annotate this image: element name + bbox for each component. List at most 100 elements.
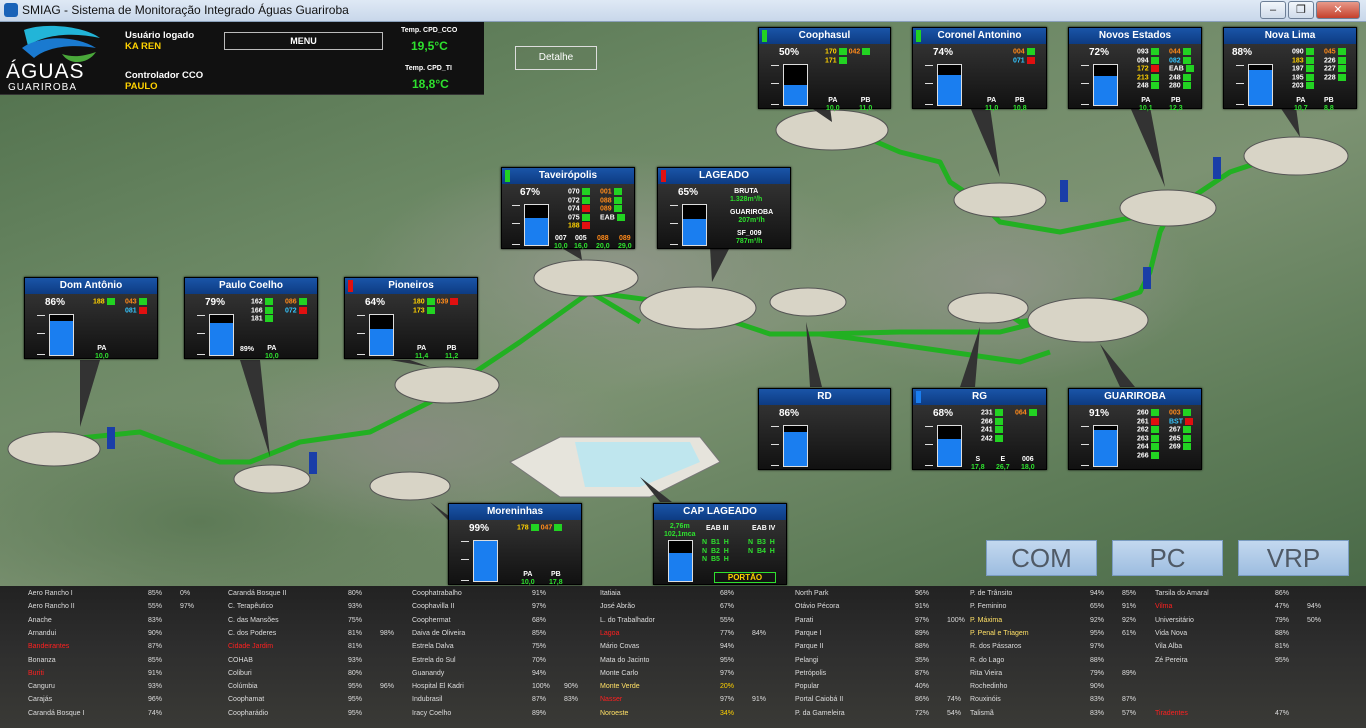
panel-paulo-coelho[interactable]: Paulo Coelho 79% 162 166 181 086 072 89%…: [184, 277, 318, 360]
com-button[interactable]: COM: [986, 540, 1097, 576]
table-cell-value2: 97%: [180, 603, 195, 611]
table-cell-name: Mário Covas: [600, 643, 640, 651]
level-tank: [783, 64, 808, 106]
table-cell-value: 80%: [348, 590, 363, 597]
table-cell-value: 55%: [720, 616, 735, 624]
panel-lageado[interactable]: LAGEADO 65% BRUTA 1.328m³/h GUARIROBA 207m…: [657, 167, 791, 249]
status-indicator: [762, 30, 767, 42]
panel-dom-antonio[interactable]: Dom Antônio 86% 188 043 081 PA 10,0: [24, 277, 158, 360]
table-cell-value: 83%: [1090, 696, 1105, 704]
level-fill: [1094, 429, 1117, 466]
level-fill: [474, 541, 497, 581]
table-cell-name: Vilma: [1155, 603, 1173, 611]
level-percent: 64%: [365, 297, 386, 308]
table-cell-name: L. do Trabalhador: [600, 616, 655, 624]
panel-title: LAGEADO: [699, 170, 749, 181]
table-cell-name: Carajás: [28, 696, 53, 704]
panel-rg[interactable]: RG 68% 231 266 241 242 064 S 17,8 E 26,7 0…: [912, 388, 1047, 471]
level-fill: [669, 553, 692, 581]
table-cell-name: Rouxinóis: [970, 696, 1001, 704]
table-cell-value: 83%: [1090, 709, 1105, 717]
table-cell-value: 85%: [532, 629, 547, 637]
table-cell-value: 68%: [532, 616, 547, 624]
table-cell-name: Daiva de Oliveira: [412, 629, 466, 637]
panel-coophasul[interactable]: Coophasul 50% 170 042 171 PA 10,0 PB 11,0: [758, 27, 891, 112]
table-cell-name: Arnandui: [28, 629, 57, 637]
table-cell-value: 67%: [720, 603, 735, 611]
maximize-button[interactable]: ❐: [1288, 1, 1314, 19]
panel-cap-lageado[interactable]: CAP LAGEADO 2,76m 102,1mca EAB III EAB IV…: [653, 503, 787, 585]
table-cell-value: 93%: [348, 656, 363, 664]
portao-button[interactable]: PORTÃO: [714, 572, 776, 583]
temp-cco-value: 19,5°C: [411, 39, 448, 53]
level-percent: 86%: [45, 297, 66, 308]
table-cell-name: Anache: [28, 616, 52, 624]
table-cell-name: P. da Gameleira: [795, 709, 845, 717]
menu-button[interactable]: MENU: [224, 32, 383, 50]
table-cell-value: 70%: [532, 656, 547, 664]
table-cell-value2: 87%: [1122, 696, 1137, 704]
table-cell-name: Rochedinho: [970, 683, 1008, 691]
status-indicator: [916, 391, 921, 403]
treatment-plant: [509, 436, 721, 498]
table-cell-value: 95%: [348, 709, 363, 717]
table-cell-value: 35%: [915, 656, 930, 664]
table-cell-value2: 0%: [180, 590, 191, 597]
window-titlebar: SMIAG - Sistema de Monitoração Integrado…: [0, 0, 1366, 22]
table-cell-value2: 96%: [380, 683, 395, 691]
table-cell-value: 86%: [1275, 590, 1290, 597]
level-tank: [937, 425, 962, 467]
panel-novos-estados[interactable]: Novos Estados 72% 093 094 172 213 248 04…: [1068, 27, 1202, 112]
panel-nova-lima[interactable]: Nova Lima 88% 090 183 197 195 203 045 22…: [1223, 27, 1357, 112]
level-percent: 74%: [933, 47, 954, 58]
table-cell-name: COHAB: [228, 656, 253, 664]
table-cell-value: 95%: [1275, 656, 1290, 664]
level-fill: [784, 85, 807, 105]
level-percent: 91%: [1089, 408, 1110, 419]
table-cell-value2: 89%: [1122, 669, 1137, 677]
table-cell-value: 75%: [348, 616, 363, 624]
table-cell-value: 90%: [1090, 683, 1105, 691]
table-cell-value: 85%: [148, 656, 163, 664]
level-tank: [1248, 64, 1273, 106]
close-button[interactable]: ✕: [1316, 1, 1360, 19]
table-cell-name: Cidade Jardim: [228, 643, 274, 651]
table-cell-value: 91%: [532, 590, 547, 597]
table-cell-value: 47%: [1275, 603, 1290, 611]
panel-guariroba[interactable]: GUARIROBA 91% 260 261 262 263 264 266 00…: [1068, 388, 1202, 470]
panel-pioneiros[interactable]: Pioneiros 64% 180 039 173 PA 11,4 PB 11,2: [344, 277, 478, 360]
panel-coronel-antonino[interactable]: Coronel Antonino 74% 004 071 PA 11,0 PB 10…: [912, 27, 1047, 112]
panel-title: Dom Antônio: [59, 280, 123, 291]
vrp-button[interactable]: VRP: [1238, 540, 1349, 576]
panel-moreninhas[interactable]: Moreninhas 99% 178 047 PA 10,0 PB 17,8: [448, 503, 582, 586]
panel-taveiropolis[interactable]: Taveirópolis 67% 070 072 074 075 188 001…: [501, 167, 635, 250]
panel-title: Coronel Antonino: [937, 30, 1022, 41]
level-fill: [1249, 69, 1272, 105]
table-cell-value2: 98%: [380, 629, 395, 637]
table-cell-name: P. de Trânsito: [970, 590, 1013, 597]
table-cell-value2: 91%: [1122, 603, 1137, 611]
table-cell-value: 75%: [532, 643, 547, 651]
pc-button[interactable]: PC: [1112, 540, 1223, 576]
table-cell-name: Coopharádio: [228, 709, 269, 717]
table-cell-name: Petrópolis: [795, 669, 827, 677]
table-cell-name: Parque I: [795, 629, 822, 637]
table-cell-value2: 61%: [1122, 629, 1137, 637]
table-cell-name: Monte Carlo: [600, 669, 639, 677]
table-cell-name: Itatiaia: [600, 590, 621, 597]
panel-title: CAP LAGEADO: [683, 506, 757, 517]
minimize-button[interactable]: ‒: [1260, 1, 1286, 19]
table-cell-value: 81%: [1275, 643, 1290, 651]
table-cell-value: 87%: [915, 669, 930, 677]
panel-rd[interactable]: RD 86%: [758, 388, 891, 470]
detalhe-button[interactable]: Detalhe: [515, 46, 597, 70]
table-cell-value: 93%: [348, 603, 363, 611]
table-cell-value2: 92%: [1122, 616, 1137, 624]
table-cell-name: Vila Alba: [1155, 643, 1183, 651]
table-cell-value2: 54%: [947, 709, 962, 717]
level-tank: [209, 314, 234, 356]
level-fill: [938, 75, 961, 105]
table-cell-name: Tarsila do Amaral: [1155, 590, 1209, 597]
table-cell-name: Buriti: [28, 669, 44, 677]
table-cell-value: 81%: [348, 629, 363, 637]
